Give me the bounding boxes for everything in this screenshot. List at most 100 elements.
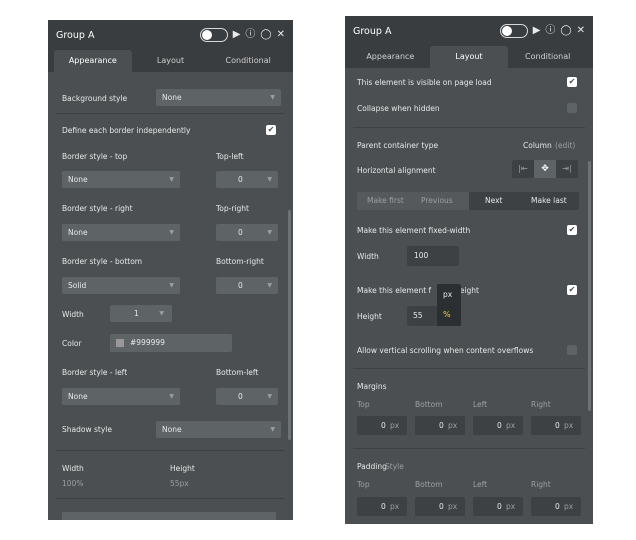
parent-type-edit-link[interactable]: (edit): [555, 141, 575, 150]
bottom-left-radius-dropdown[interactable]: 0 ▼: [216, 388, 278, 405]
margin-right-value: 0: [555, 421, 560, 430]
padding-top-value: 0: [381, 502, 386, 511]
border-right-dropdown[interactable]: None ▼: [62, 224, 180, 241]
height-value: 55: [413, 311, 423, 320]
shadow-style-value: None: [162, 425, 182, 434]
fixed-height-label-start: Make this element f: [357, 286, 432, 295]
margin-top-input[interactable]: 0 px: [357, 416, 407, 435]
padding-bottom-input[interactable]: 0 px: [415, 497, 465, 516]
margin-right-input[interactable]: 0 px: [531, 416, 581, 435]
fixed-height-checkbox[interactable]: ✔: [567, 285, 577, 295]
layout-panel: Group A ▶ ⓘ ◯ ✕ Appearance Layout Condit…: [345, 16, 593, 524]
border-bottom-dropdown[interactable]: Solid ▼: [62, 277, 180, 294]
padding-top-input[interactable]: 0 px: [357, 497, 407, 516]
tab-layout[interactable]: Layout: [429, 46, 509, 68]
vertical-scroll-checkbox[interactable]: [567, 345, 577, 355]
background-style-label: Background style: [62, 94, 128, 103]
margin-bottom-unit: px: [448, 421, 458, 430]
tab-appearance[interactable]: Appearance: [351, 46, 430, 68]
chevron-down-icon: ▼: [270, 94, 275, 101]
margin-bottom-input[interactable]: 0 px: [415, 416, 465, 435]
preview-toggle[interactable]: [199, 28, 228, 42]
comment-icon[interactable]: ◯: [260, 30, 271, 40]
top-right-radius-dropdown[interactable]: 0 ▼: [216, 224, 278, 241]
panel-title: Group A: [56, 29, 95, 41]
margins-title: Margins: [357, 382, 387, 391]
panel-header: Group A ▶ ⓘ ◯ ✕: [48, 20, 293, 50]
padding-title: Padding: [357, 462, 387, 471]
border-color-label: Color: [62, 339, 82, 348]
play-icon[interactable]: ▶: [233, 30, 241, 40]
tab-appearance[interactable]: Appearance: [54, 50, 132, 72]
border-width-dropdown[interactable]: 1 ▼: [110, 305, 172, 322]
unit-option-percent[interactable]: %: [443, 310, 451, 319]
align-center-icon[interactable]: ✥: [534, 160, 556, 178]
margin-top-unit: px: [390, 421, 400, 430]
tab-layout[interactable]: Layout: [132, 50, 210, 72]
divider: [56, 450, 285, 451]
top-left-radius-dropdown[interactable]: 0 ▼: [216, 171, 278, 188]
chevron-down-icon: ▼: [159, 310, 164, 317]
scrollbar[interactable]: [588, 161, 591, 411]
info-icon[interactable]: ⓘ: [545, 26, 555, 36]
visible-on-load-checkbox[interactable]: ✔: [567, 77, 577, 87]
comment-icon[interactable]: ◯: [560, 26, 571, 36]
padding-top-label: Top: [357, 480, 370, 489]
padding-left-unit: px: [506, 502, 516, 511]
bottom-left-radius-value: 0: [238, 392, 243, 401]
margin-bottom-value: 0: [439, 421, 444, 430]
border-top-dropdown[interactable]: None ▼: [62, 171, 180, 188]
margin-left-input[interactable]: 0 px: [473, 416, 523, 435]
fixed-width-checkbox[interactable]: ✔: [567, 225, 577, 235]
next-button[interactable]: Next: [485, 196, 502, 205]
panel-tabs: Appearance Layout Conditional: [345, 46, 593, 68]
border-left-dropdown[interactable]: None ▼: [62, 388, 180, 405]
chevron-down-icon: ▼: [267, 176, 272, 183]
close-icon[interactable]: ✕: [577, 26, 585, 36]
make-last-button[interactable]: Make last: [531, 196, 567, 205]
size-width-label: Width: [62, 464, 84, 473]
shadow-style-dropdown[interactable]: None ▼: [156, 421, 281, 438]
width-input[interactable]: 100: [407, 246, 459, 266]
top-left-label: Top-left: [216, 152, 244, 161]
define-border-checkbox[interactable]: ✔: [266, 125, 276, 135]
background-style-value: None: [162, 93, 182, 102]
width-value: 100: [414, 251, 429, 260]
alignment-group: |⇤ ✥ ⇥|: [512, 160, 578, 178]
tab-conditional[interactable]: Conditional: [508, 46, 587, 68]
background-style-dropdown[interactable]: None ▼: [156, 89, 281, 106]
chevron-down-icon: ▼: [169, 229, 174, 236]
border-color-input[interactable]: #999999: [110, 334, 232, 352]
tab-conditional[interactable]: Conditional: [209, 50, 287, 72]
chevron-down-icon: ▼: [267, 393, 272, 400]
collapse-checkbox[interactable]: [567, 103, 577, 113]
align-left-icon[interactable]: |⇤: [512, 160, 534, 178]
align-right-icon[interactable]: ⇥|: [556, 160, 578, 178]
preview-toggle[interactable]: [499, 24, 528, 38]
margin-right-unit: px: [564, 421, 574, 430]
height-input[interactable]: 55: [407, 306, 441, 326]
play-icon[interactable]: ▶: [533, 26, 541, 36]
unit-dropdown-menu: px %: [437, 284, 461, 326]
padding-style-link[interactable]: Style: [385, 462, 404, 471]
margin-left-label: Left: [473, 400, 488, 409]
bottom-bar: [62, 512, 276, 520]
info-icon[interactable]: ⓘ: [245, 30, 255, 40]
margin-right-label: Right: [531, 400, 551, 409]
width-label: Width: [357, 252, 379, 261]
close-icon[interactable]: ✕: [277, 30, 285, 40]
divider: [56, 498, 285, 499]
border-left-label: Border style - left: [62, 368, 128, 377]
padding-left-input[interactable]: 0 px: [473, 497, 523, 516]
unit-option-px[interactable]: px: [443, 290, 452, 299]
make-first-button[interactable]: Make first: [367, 196, 404, 205]
border-width-value: 1: [134, 309, 139, 318]
parent-type-label: Parent container type: [357, 141, 439, 150]
padding-right-unit: px: [564, 502, 574, 511]
previous-button[interactable]: Previous: [421, 196, 453, 205]
chevron-down-icon: ▼: [267, 282, 272, 289]
padding-right-input[interactable]: 0 px: [531, 497, 581, 516]
top-right-label: Top-right: [216, 204, 249, 213]
bottom-right-radius-dropdown[interactable]: 0 ▼: [216, 277, 278, 294]
scrollbar[interactable]: [288, 210, 291, 440]
